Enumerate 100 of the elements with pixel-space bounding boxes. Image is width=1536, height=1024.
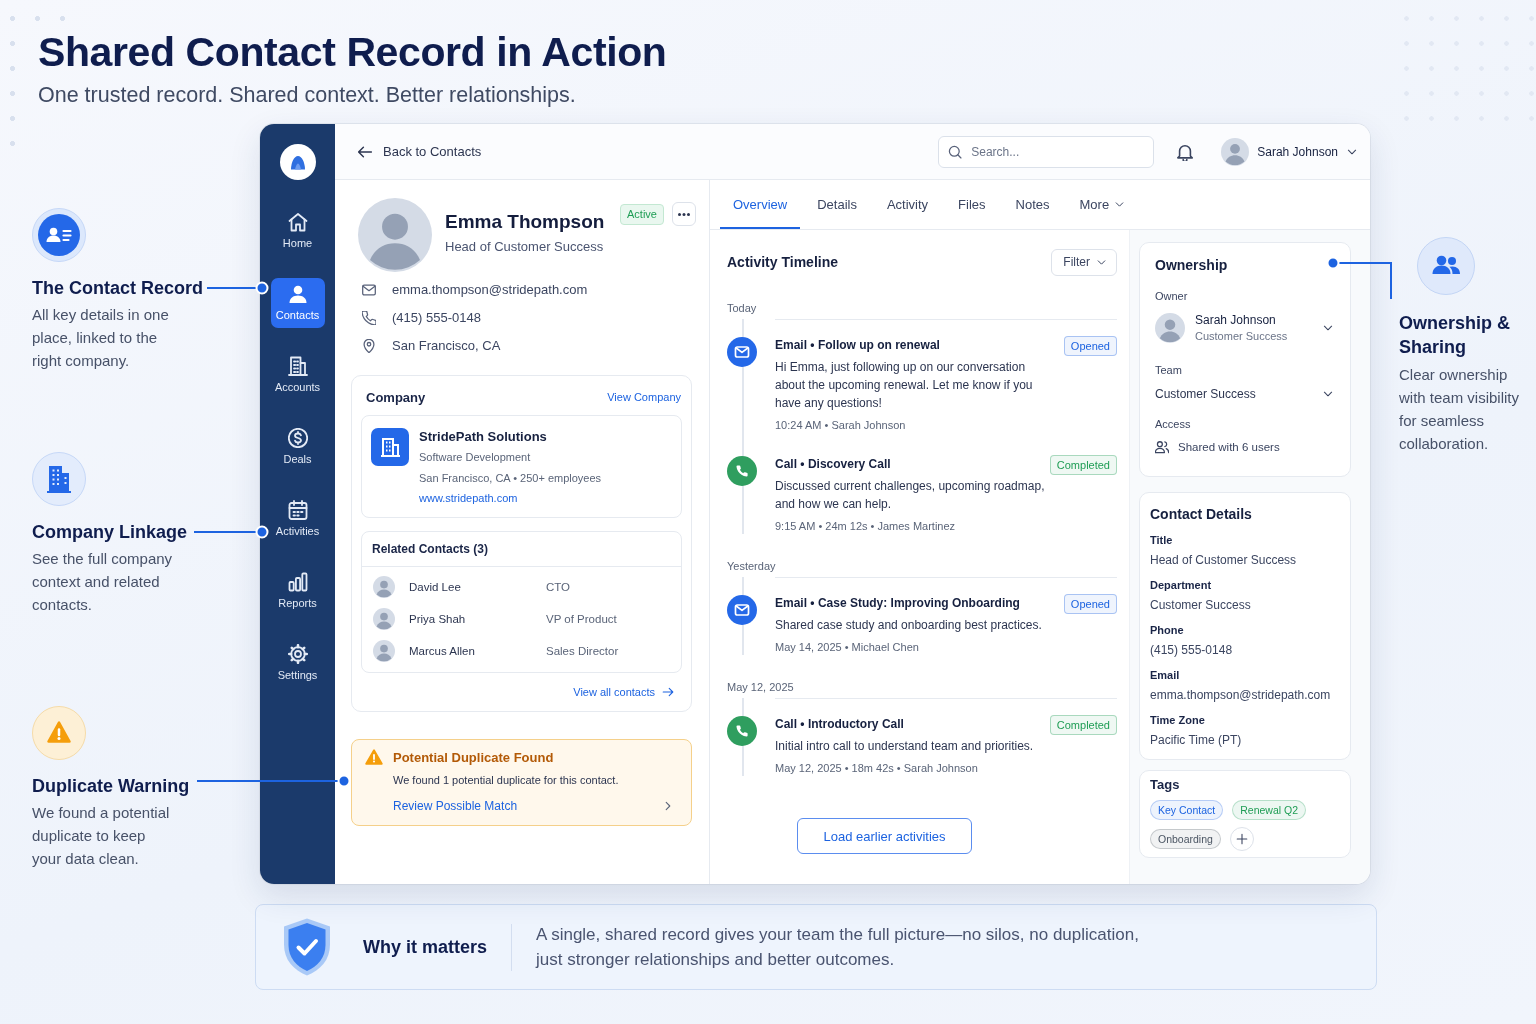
tab[interactable]: Overview: [720, 180, 801, 229]
callout-text: Clear ownership with team visibility for seamless collaboration.: [1399, 365, 1521, 454]
nav-item[interactable]: Contacts: [270, 278, 325, 328]
company-info: San Francisco, CA • 250+ employees: [419, 471, 602, 486]
field-label: Access: [1155, 417, 1192, 432]
add-tag-button[interactable]: [1229, 827, 1254, 851]
related-contact-role: Sales Director: [546, 645, 619, 657]
tab[interactable]: Files: [945, 180, 999, 229]
activity-body: Shared case study and onboarding best practices.: [775, 617, 1043, 634]
tab[interactable]: More: [1066, 180, 1139, 229]
back-link[interactable]: Back to Contacts: [357, 143, 482, 160]
shield-check-icon: [282, 917, 332, 977]
field-label: Owner: [1155, 289, 1189, 304]
tab[interactable]: Activity: [873, 180, 942, 229]
activity-title: Call • Discovery Call: [775, 456, 892, 472]
related-contact-role: VP of Product: [546, 613, 617, 625]
status-badge: Active: [620, 203, 664, 225]
settings-icon: [287, 644, 308, 664]
search-icon: [948, 144, 963, 159]
callout-title: The Contact Record: [32, 277, 204, 299]
activity-title: Email • Follow up on renewal: [775, 337, 941, 353]
activity-body: Initial intro call to understand team and priorities.: [775, 738, 1035, 755]
nav-item[interactable]: Deals: [270, 422, 325, 472]
warning-title: Potential Duplicate Found: [393, 749, 555, 767]
contact-detail: San Francisco, CA: [392, 337, 501, 355]
chevron-down-icon: [1114, 199, 1126, 210]
building-icon: [32, 452, 86, 506]
activity-meta: May 14, 2025 • Michael Chen: [775, 640, 920, 655]
related-contact-role: CTO: [546, 581, 571, 593]
website-link[interactable]: www.stridepath.com: [419, 490, 518, 506]
banner-title: Why it matters: [363, 936, 488, 958]
filter-button[interactable]: Filter: [1051, 248, 1117, 276]
section-heading: Company: [366, 389, 426, 405]
nav-item[interactable]: Reports: [270, 566, 325, 616]
field-value: Customer Success: [1150, 597, 1252, 614]
avatar-icon: [1221, 137, 1250, 166]
field-label: Team: [1155, 363, 1183, 378]
section-heading: Activity Timeline: [727, 254, 838, 270]
banner-text: A single, shared record gives your team the full picture—no silos, no duplication, just stronger relationships and better outcomes.: [536, 924, 1140, 971]
company-name: StridePath Solutions: [419, 428, 548, 446]
contact-detail: (415) 555-0148: [392, 309, 481, 327]
warning-text: We found 1 potential duplicate for this contact.: [393, 773, 620, 788]
card-title: Tags: [1150, 777, 1181, 792]
review-match-link[interactable]: Review Possible Match: [393, 797, 674, 815]
phone-icon: [727, 456, 757, 486]
callout-title: Company Linkage: [32, 521, 188, 543]
status-badge: Completed: [1049, 715, 1117, 735]
callout-text: We found a potential duplicate to keep your data clean.: [32, 803, 171, 869]
search-field[interactable]: Search...: [938, 135, 1155, 168]
notification-bell-icon[interactable]: [1176, 142, 1195, 161]
contact-card-icon: [32, 208, 86, 262]
field-label: Email: [1150, 668, 1181, 683]
callout-title: Duplicate Warning: [32, 775, 190, 797]
more-button[interactable]: [672, 202, 696, 226]
nav-item[interactable]: Home: [270, 206, 325, 256]
field-value: Pacific Time (PT): [1150, 732, 1243, 749]
user-menu[interactable]: Sarah Johnson: [1221, 137, 1358, 166]
avatar-icon: [373, 576, 395, 598]
contact-detail: emma.thompson@stridepath.com: [392, 281, 588, 299]
building-icon: [287, 356, 308, 376]
mail-icon: [362, 283, 376, 297]
nav-item[interactable]: Accounts: [270, 350, 325, 400]
phone-icon: [362, 311, 376, 325]
team-select[interactable]: Customer Success: [1155, 385, 1334, 403]
section-heading: Related Contacts (3): [372, 542, 489, 556]
warning-icon: [365, 749, 383, 765]
tag: Onboarding: [1150, 829, 1221, 849]
contact-title: Head of Customer Success: [445, 238, 605, 256]
date-label: May 12, 2025: [727, 680, 795, 695]
building-icon: [371, 428, 409, 466]
home-icon: [287, 212, 308, 232]
activity-meta: 10:24 AM • Sarah Johnson: [775, 418, 907, 433]
phone-icon: [727, 716, 757, 746]
tab[interactable]: Notes: [1002, 180, 1063, 229]
activity-meta: 9:15 AM • 24m 12s • James Martinez: [775, 519, 957, 534]
logo-icon[interactable]: [279, 144, 316, 180]
activity-meta: May 12, 2025 • 18m 42s • Sarah Johnson: [775, 761, 979, 776]
mail-icon: [727, 337, 757, 367]
callout-text: See the full company context and related contacts.: [32, 549, 174, 615]
arrow-left-icon: [357, 143, 373, 160]
owner-select[interactable]: Sarah Johnson Customer Success: [1155, 312, 1334, 344]
related-contact-name: Marcus Allen: [409, 645, 476, 657]
tab[interactable]: Details: [804, 180, 870, 229]
nav-item[interactable]: Activities: [270, 494, 325, 544]
field-label: Phone: [1150, 623, 1185, 638]
nav-item[interactable]: Settings: [270, 638, 325, 688]
bar-chart-icon: [287, 572, 308, 592]
callout-title: Ownership & Sharing: [1399, 312, 1511, 359]
view-all-contacts-link[interactable]: View all contacts: [573, 686, 674, 698]
field-label: Department: [1150, 578, 1213, 593]
users-icon: [1155, 440, 1169, 454]
view-company-link[interactable]: View Company: [607, 391, 681, 403]
mail-icon: [727, 595, 757, 625]
field-value: emma.thompson@stridepath.com: [1150, 687, 1332, 704]
load-more-button[interactable]: Load earlier activities: [797, 818, 972, 854]
status-badge: Opened: [1063, 594, 1117, 614]
page-subtitle: One trusted record. Shared context. Better relationships.: [38, 82, 577, 108]
person-icon: [287, 284, 308, 304]
card-title: Contact Details: [1150, 506, 1253, 522]
field-label: Title: [1150, 533, 1174, 548]
